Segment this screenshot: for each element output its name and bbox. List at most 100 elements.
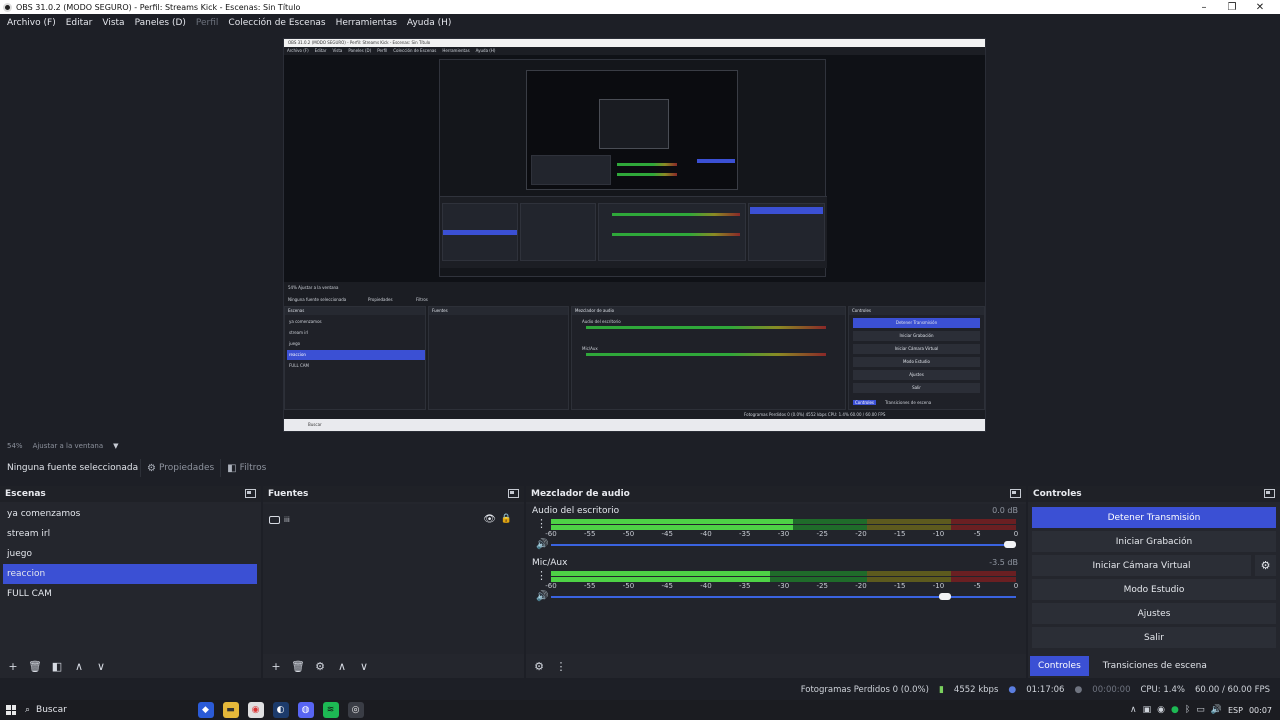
meter-tick-label: -50 <box>622 582 635 590</box>
scenes-dock: Escenas ya comenzamos stream irl juego r… <box>0 486 261 678</box>
undock-icon[interactable] <box>1010 489 1021 498</box>
volume-slider[interactable] <box>551 593 1016 600</box>
kebab-menu-icon[interactable]: ⋮ <box>536 570 547 581</box>
trash-icon[interactable]: 🗑 <box>26 657 44 675</box>
mixer-title: Mezclador de audio <box>531 489 630 499</box>
discord-icon[interactable]: ◍ <box>297 702 314 718</box>
move-up-icon[interactable]: ∧ <box>70 657 88 675</box>
mini-button <box>697 159 735 163</box>
nested-settings: Ajustes <box>853 370 980 380</box>
start-recording-button[interactable]: Iniciar Grabación <box>1032 531 1276 552</box>
menu-archivo[interactable]: Archivo (F) <box>2 18 61 28</box>
tray-app-icon[interactable]: ◉ <box>1157 705 1165 715</box>
trash-icon[interactable]: 🗑 <box>289 657 307 675</box>
tray-app-icon[interactable]: ● <box>1171 705 1179 715</box>
file-explorer-icon[interactable]: ▬ <box>222 702 239 718</box>
obs-taskbar-icon[interactable]: ◎ <box>347 702 364 718</box>
scenes-list: ya comenzamos stream irl juego reaccion … <box>0 504 261 654</box>
nested-taskbar: Buscar <box>284 419 985 431</box>
nested-menu-item: Vista <box>332 48 343 53</box>
scene-item[interactable]: stream irl <box>0 524 261 544</box>
meter-tick-label: 0 <box>1013 582 1019 590</box>
chevron-up-icon[interactable]: ∧ <box>1130 705 1137 715</box>
windows-start-icon[interactable] <box>6 705 16 715</box>
speaker-icon[interactable]: 🔊 <box>536 539 548 550</box>
settings-button[interactable]: Ajustes <box>1032 603 1276 624</box>
nested-mixer-title: Mezclador de audio <box>572 307 845 315</box>
scene-item[interactable]: FULL CAM <box>0 584 261 604</box>
copilot-icon[interactable]: ◆ <box>197 702 214 718</box>
meter-tick-label: -45 <box>661 582 673 590</box>
chevron-down-icon[interactable]: ▼ <box>113 442 118 450</box>
mini-sources <box>520 203 596 261</box>
source-item[interactable]: iii 👁 🔒 <box>269 512 518 528</box>
kebab-menu-icon[interactable]: ⋮ <box>536 518 547 529</box>
filter-icon[interactable]: ◧ <box>48 657 66 675</box>
menu-coleccion-escenas[interactable]: Colección de Escenas <box>223 18 330 28</box>
meter-level <box>551 519 793 524</box>
nested-menu-bar: Archivo (F) Editar Vista Paneles (D) Per… <box>284 47 985 55</box>
preview-canvas[interactable]: OBS 31.0.2 (MODO SEGURO) - Perfil: Strea… <box>283 38 986 432</box>
menu-perfil[interactable]: Perfil <box>191 18 224 28</box>
menu-herramientas[interactable]: Herramientas <box>331 18 402 28</box>
slider-knob[interactable] <box>938 593 951 600</box>
preview-area: OBS 31.0.2 (MODO SEGURO) - Perfil: Strea… <box>0 32 1280 438</box>
language-indicator[interactable]: ESP <box>1228 706 1243 715</box>
nested-menu-item: Colección de Escenas <box>393 48 437 53</box>
network-icon[interactable]: ▭ <box>1196 705 1205 715</box>
steam-icon[interactable]: ◐ <box>272 702 289 718</box>
menu-ayuda[interactable]: Ayuda (H) <box>402 18 456 28</box>
gear-icon[interactable]: ⚙ <box>311 657 329 675</box>
slider-knob[interactable] <box>1004 541 1016 548</box>
tab-controls[interactable]: Controles <box>1030 656 1089 676</box>
meter-tick-label: -35 <box>739 530 751 538</box>
scene-item[interactable]: ya comenzamos <box>0 504 261 524</box>
studio-mode-button[interactable]: Modo Estudio <box>1032 579 1276 600</box>
eye-icon[interactable]: 👁 <box>483 514 496 525</box>
undock-icon[interactable] <box>508 489 519 498</box>
minimize-button[interactable]: – <box>1190 0 1218 14</box>
undock-icon[interactable] <box>1264 489 1275 498</box>
clock[interactable]: 00:07 <box>1249 706 1272 715</box>
stop-stream-button[interactable]: Detener Transmisión <box>1032 507 1276 528</box>
speaker-icon[interactable]: 🔊 <box>536 591 548 602</box>
properties-button[interactable]: ⚙ Propiedades <box>140 459 220 477</box>
fit-window-dropdown[interactable]: Ajustar a la ventana <box>33 442 104 450</box>
lock-icon[interactable]: 🔒 <box>501 514 512 524</box>
meter-tick-label: -60 <box>545 530 557 538</box>
chrome-icon[interactable]: ◉ <box>247 702 264 718</box>
virtual-camera-settings-icon[interactable]: ⚙ <box>1255 555 1276 576</box>
spotify-icon[interactable]: ≋ <box>322 702 339 718</box>
bluetooth-icon[interactable]: ᛒ <box>1185 705 1190 715</box>
move-up-icon[interactable]: ∧ <box>333 657 351 675</box>
add-icon[interactable]: + <box>267 657 285 675</box>
speaker-icon[interactable]: 🔊 <box>1211 705 1222 715</box>
advanced-audio-icon[interactable]: ⚙ <box>530 657 548 675</box>
fps-readout: 60.00 / 60.00 FPS <box>1194 685 1270 695</box>
tab-scene-transitions[interactable]: Transiciones de escena <box>1095 656 1215 676</box>
sources-list: iii 👁 🔒 <box>263 504 524 654</box>
restore-button[interactable]: ❐ <box>1218 0 1246 14</box>
undock-icon[interactable] <box>245 489 256 498</box>
scene-item-selected[interactable]: reaccion <box>3 564 257 584</box>
menu-vista[interactable]: Vista <box>97 18 129 28</box>
menu-editar[interactable]: Editar <box>61 18 98 28</box>
move-down-icon[interactable]: ∨ <box>92 657 110 675</box>
meter-tick-label: -35 <box>739 582 751 590</box>
taskbar-search[interactable]: ⌕ Buscar <box>25 702 193 718</box>
scene-item[interactable]: juego <box>0 544 261 564</box>
nested-scenes-panel: Escenas ya comenzamos stream irl juego r… <box>284 306 426 410</box>
nested-desktop-audio: Audio del escritorio <box>582 319 621 324</box>
volume-slider[interactable] <box>551 541 1016 548</box>
meter-tick-label: -20 <box>855 530 867 538</box>
close-button[interactable]: ✕ <box>1246 0 1274 14</box>
exit-button[interactable]: Salir <box>1032 627 1276 648</box>
add-icon[interactable]: + <box>4 657 22 675</box>
tray-app-icon[interactable]: ▣ <box>1143 705 1152 715</box>
move-down-icon[interactable]: ∨ <box>355 657 373 675</box>
start-virtual-camera-button[interactable]: Iniciar Cámara Virtual <box>1032 555 1251 576</box>
menu-paneles[interactable]: Paneles (D) <box>130 18 191 28</box>
nested-zoom: 54% Ajustar a la ventana <box>288 285 339 290</box>
kebab-menu-icon[interactable]: ⋮ <box>552 657 570 675</box>
filters-button[interactable]: ◧ Filtros <box>220 459 272 477</box>
